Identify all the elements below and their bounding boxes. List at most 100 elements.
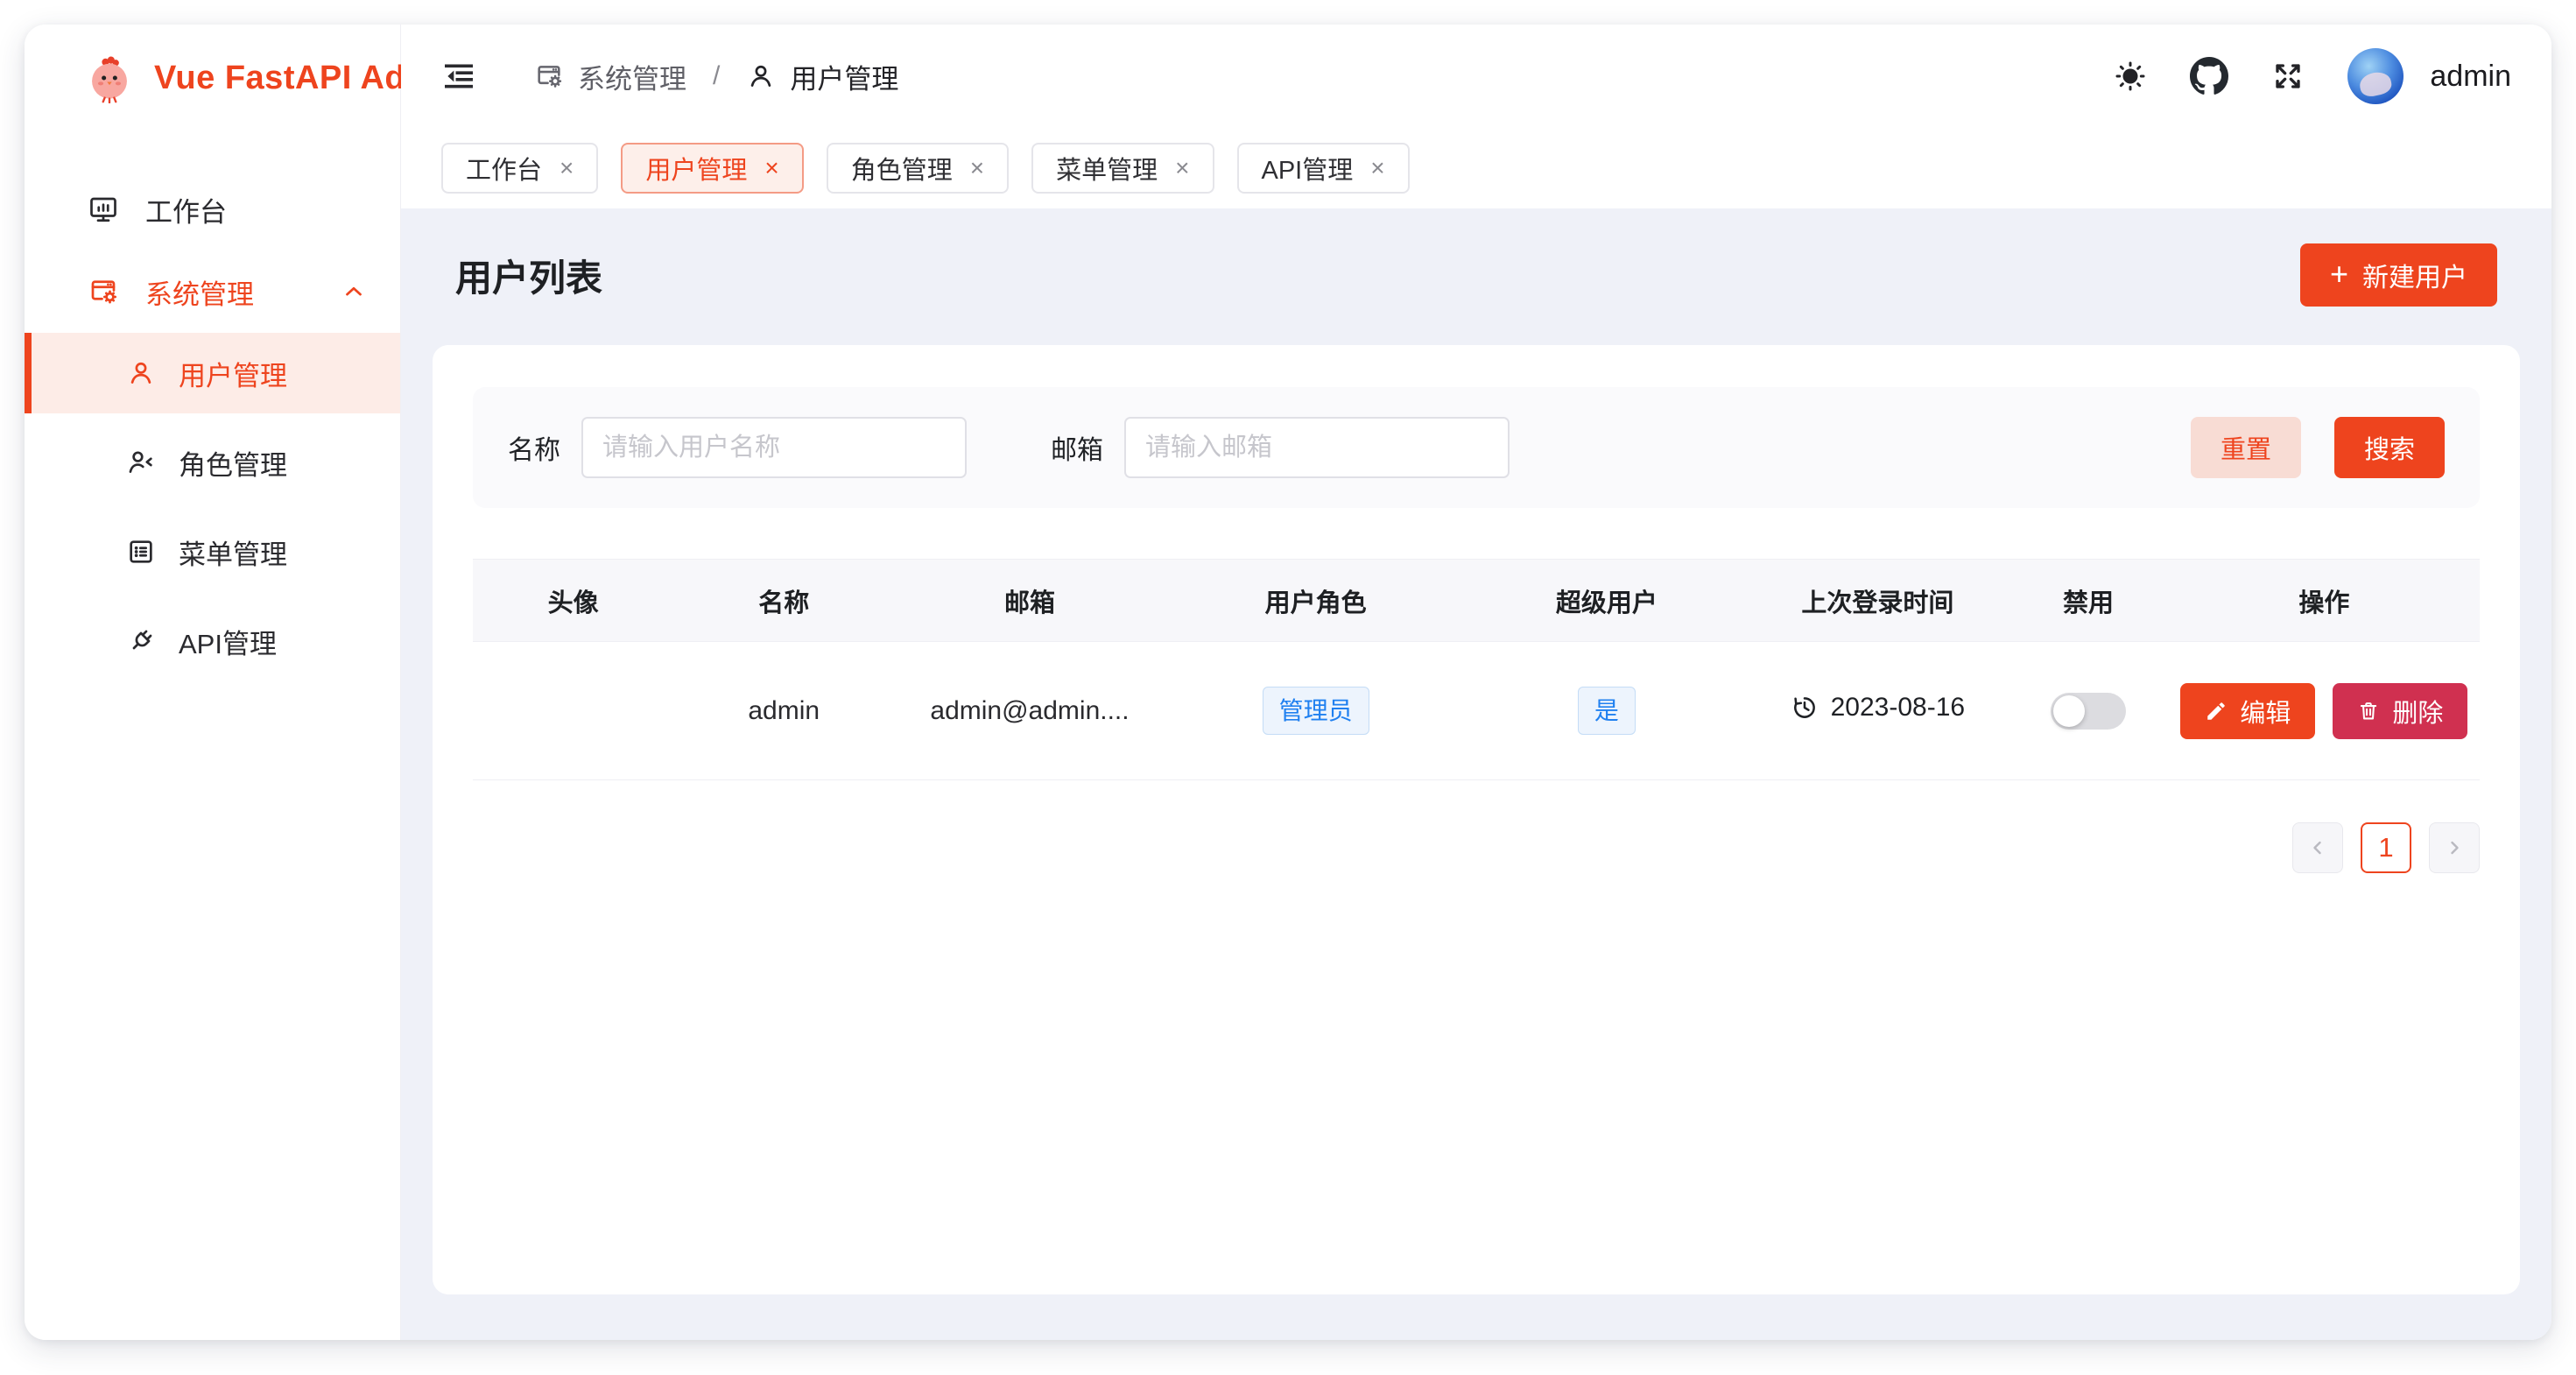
- sidebar-item-workbench[interactable]: 工作台: [25, 168, 400, 250]
- sidebar-item-label: 系统管理: [145, 272, 254, 312]
- content-column: 系统管理 / 用户管理: [401, 25, 2551, 1340]
- breadcrumb-label: 系统管理: [578, 57, 686, 96]
- name-filter-group: 名称: [508, 417, 967, 478]
- sidebar-item-label: 用户管理: [179, 354, 287, 393]
- close-icon[interactable]: ×: [560, 156, 574, 180]
- username-label[interactable]: admin: [2430, 60, 2511, 94]
- name-cell: admin: [673, 642, 894, 780]
- sidebar-item-label: 菜单管理: [179, 532, 287, 572]
- last-login-value: 2023-08-16: [1831, 693, 1965, 723]
- tab-workbench[interactable]: 工作台 ×: [441, 143, 598, 194]
- reset-button[interactable]: 重置: [2191, 417, 2301, 478]
- workbench-icon: [88, 194, 119, 225]
- sidebar: Vue FastAPI Admin 工作台: [25, 25, 401, 1340]
- avatar-cell: [473, 642, 673, 780]
- actions-cell: 编辑: [2169, 642, 2480, 780]
- column-header-last-login: 上次登录时间: [1747, 560, 2008, 642]
- sidebar-item-api-management[interactable]: API管理: [25, 601, 400, 681]
- github-icon[interactable]: [2190, 57, 2228, 95]
- top-header: 系统管理 / 用户管理: [401, 25, 2551, 128]
- superuser-cell: 是: [1467, 642, 1748, 780]
- close-icon[interactable]: ×: [764, 156, 778, 180]
- email-filter-label: 邮箱: [1051, 428, 1103, 467]
- chick-logo-icon: [84, 53, 135, 103]
- close-icon[interactable]: ×: [970, 156, 984, 180]
- topbar-actions: admin: [2113, 48, 2511, 104]
- column-header-email: 邮箱: [894, 560, 1165, 642]
- tab-label: API管理: [1262, 150, 1354, 187]
- role-tag: 管理员: [1263, 687, 1369, 735]
- last-login-cell: 2023-08-16: [1747, 642, 2008, 780]
- table-row: admin admin@admin.... 管理员 是: [473, 642, 2480, 780]
- column-header-name: 名称: [673, 560, 894, 642]
- delete-button[interactable]: 删除: [2333, 683, 2467, 739]
- breadcrumb-label: 用户管理: [790, 57, 898, 96]
- column-header-actions: 操作: [2169, 560, 2480, 642]
- user-table: 头像 名称 邮箱 用户角色 超级用户 上次登录时间 禁用 操作: [473, 559, 2480, 780]
- page-title-row: 用户列表 + 新建用户: [433, 231, 2520, 319]
- collapse-sidebar-icon[interactable]: [441, 59, 476, 94]
- sidebar-item-user-management[interactable]: 用户管理: [25, 333, 400, 413]
- sidebar-item-label: 角色管理: [179, 443, 287, 483]
- edit-button-label: 编辑: [2240, 693, 2291, 730]
- tab-role-management[interactable]: 角色管理 ×: [827, 143, 1009, 194]
- breadcrumb-item-user[interactable]: 用户管理: [746, 57, 898, 96]
- system-settings-icon: [534, 61, 564, 91]
- disabled-cell: [2008, 642, 2168, 780]
- email-filter-input[interactable]: [1124, 417, 1510, 478]
- close-icon[interactable]: ×: [1175, 156, 1189, 180]
- sidebar-menu: 工作台 系统管理: [25, 131, 400, 681]
- name-filter-label: 名称: [508, 428, 560, 467]
- tab-user-management[interactable]: 用户管理 ×: [621, 143, 803, 194]
- breadcrumb-item-system[interactable]: 系统管理: [534, 57, 686, 96]
- chevron-up-icon: [341, 279, 367, 305]
- tab-label: 用户管理: [645, 150, 747, 187]
- main-content: 用户列表 + 新建用户 名称 邮箱: [401, 208, 2551, 1340]
- breadcrumb-separator: /: [713, 61, 720, 91]
- pencil-icon: [2205, 700, 2228, 723]
- filter-bar: 名称 邮箱 重置 搜索: [473, 387, 2480, 508]
- app-window: Vue FastAPI Admin 工作台: [25, 25, 2551, 1340]
- next-page-button[interactable]: [2429, 822, 2480, 873]
- clock-history-icon: [1791, 694, 1819, 722]
- close-icon[interactable]: ×: [1370, 156, 1384, 180]
- user-list-card: 名称 邮箱 重置 搜索: [433, 345, 2520, 1294]
- fullscreen-icon[interactable]: [2270, 59, 2305, 94]
- sidebar-item-role-management[interactable]: 角色管理: [25, 422, 400, 503]
- sidebar-item-label: 工作台: [145, 190, 227, 229]
- sidebar-item-system-management[interactable]: 系统管理: [25, 250, 400, 333]
- name-filter-input[interactable]: [581, 417, 967, 478]
- column-header-disabled: 禁用: [2008, 560, 2168, 642]
- edit-button[interactable]: 编辑: [2180, 683, 2315, 739]
- current-page-button[interactable]: 1: [2361, 822, 2411, 873]
- email-filter-group: 邮箱: [1051, 417, 1510, 478]
- tab-api-management[interactable]: API管理 ×: [1237, 143, 1410, 194]
- menu-list-icon: [126, 537, 156, 567]
- delete-button-label: 删除: [2392, 693, 2443, 730]
- new-user-button-label: 新建用户: [2362, 256, 2467, 294]
- new-user-button[interactable]: + 新建用户: [2300, 243, 2497, 307]
- column-header-role: 用户角色: [1165, 560, 1467, 642]
- previous-page-button[interactable]: [2292, 822, 2343, 873]
- tab-label: 角色管理: [851, 150, 953, 187]
- tab-label: 菜单管理: [1056, 150, 1158, 187]
- page-title: 用户列表: [455, 249, 602, 302]
- user-avatar[interactable]: [2347, 48, 2404, 104]
- user-icon: [126, 358, 156, 388]
- column-header-avatar: 头像: [473, 560, 673, 642]
- theme-sun-icon[interactable]: [2113, 59, 2148, 94]
- role-cell: 管理员: [1165, 642, 1467, 780]
- superuser-tag: 是: [1578, 687, 1636, 735]
- user-icon: [746, 61, 776, 91]
- trash-icon: [2357, 700, 2380, 723]
- role-icon: [126, 448, 156, 477]
- sidebar-item-label: API管理: [179, 622, 277, 661]
- system-settings-icon: [88, 276, 119, 307]
- search-button[interactable]: 搜索: [2334, 417, 2445, 478]
- table-header-row: 头像 名称 邮箱 用户角色 超级用户 上次登录时间 禁用 操作: [473, 560, 2480, 642]
- sidebar-item-menu-management[interactable]: 菜单管理: [25, 511, 400, 592]
- tab-menu-management[interactable]: 菜单管理 ×: [1031, 143, 1214, 194]
- email-cell: admin@admin....: [894, 642, 1165, 780]
- logo: Vue FastAPI Admin: [25, 25, 400, 131]
- disabled-toggle[interactable]: [2051, 693, 2126, 730]
